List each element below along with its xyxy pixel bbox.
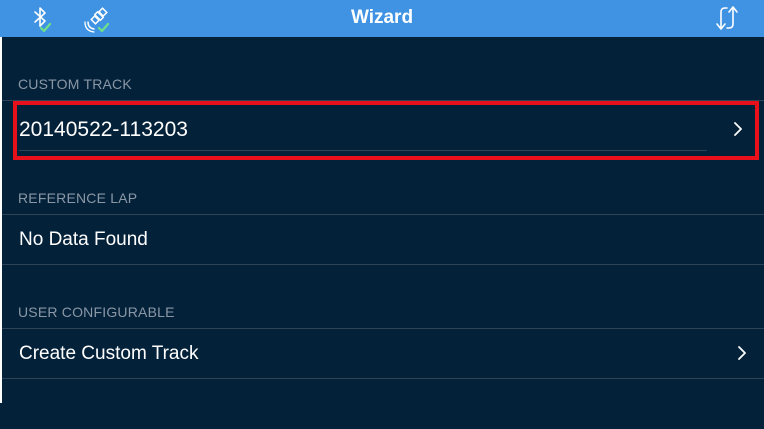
navigation-bar: Wizard [0,0,764,37]
chevron-right-icon [730,121,746,137]
page-title: Wizard [350,7,414,28]
section-header-custom-track: CUSTOM TRACK [18,76,132,92]
sync-arrows-icon[interactable] [712,3,742,33]
chevron-right-icon [734,345,750,361]
divider [2,264,764,265]
wizard-screen: Wizard CUSTOM TRACK 20140522-113203 REFE… [0,0,764,429]
divider [2,100,764,101]
list-item-create-custom-track[interactable]: Create Custom Track [2,329,764,378]
list-item-reference-lap[interactable]: No Data Found [2,215,764,264]
divider [19,150,707,151]
list-item-custom-track[interactable]: 20140522-113203 [2,105,764,154]
divider [2,378,764,379]
row-label: 20140522-113203 [19,118,188,141]
row-label: Create Custom Track [19,343,199,364]
row-label: No Data Found [19,229,148,250]
section-header-user-configurable: USER CONFIGURABLE [18,304,175,320]
section-header-reference-lap: REFERENCE LAP [18,190,138,206]
